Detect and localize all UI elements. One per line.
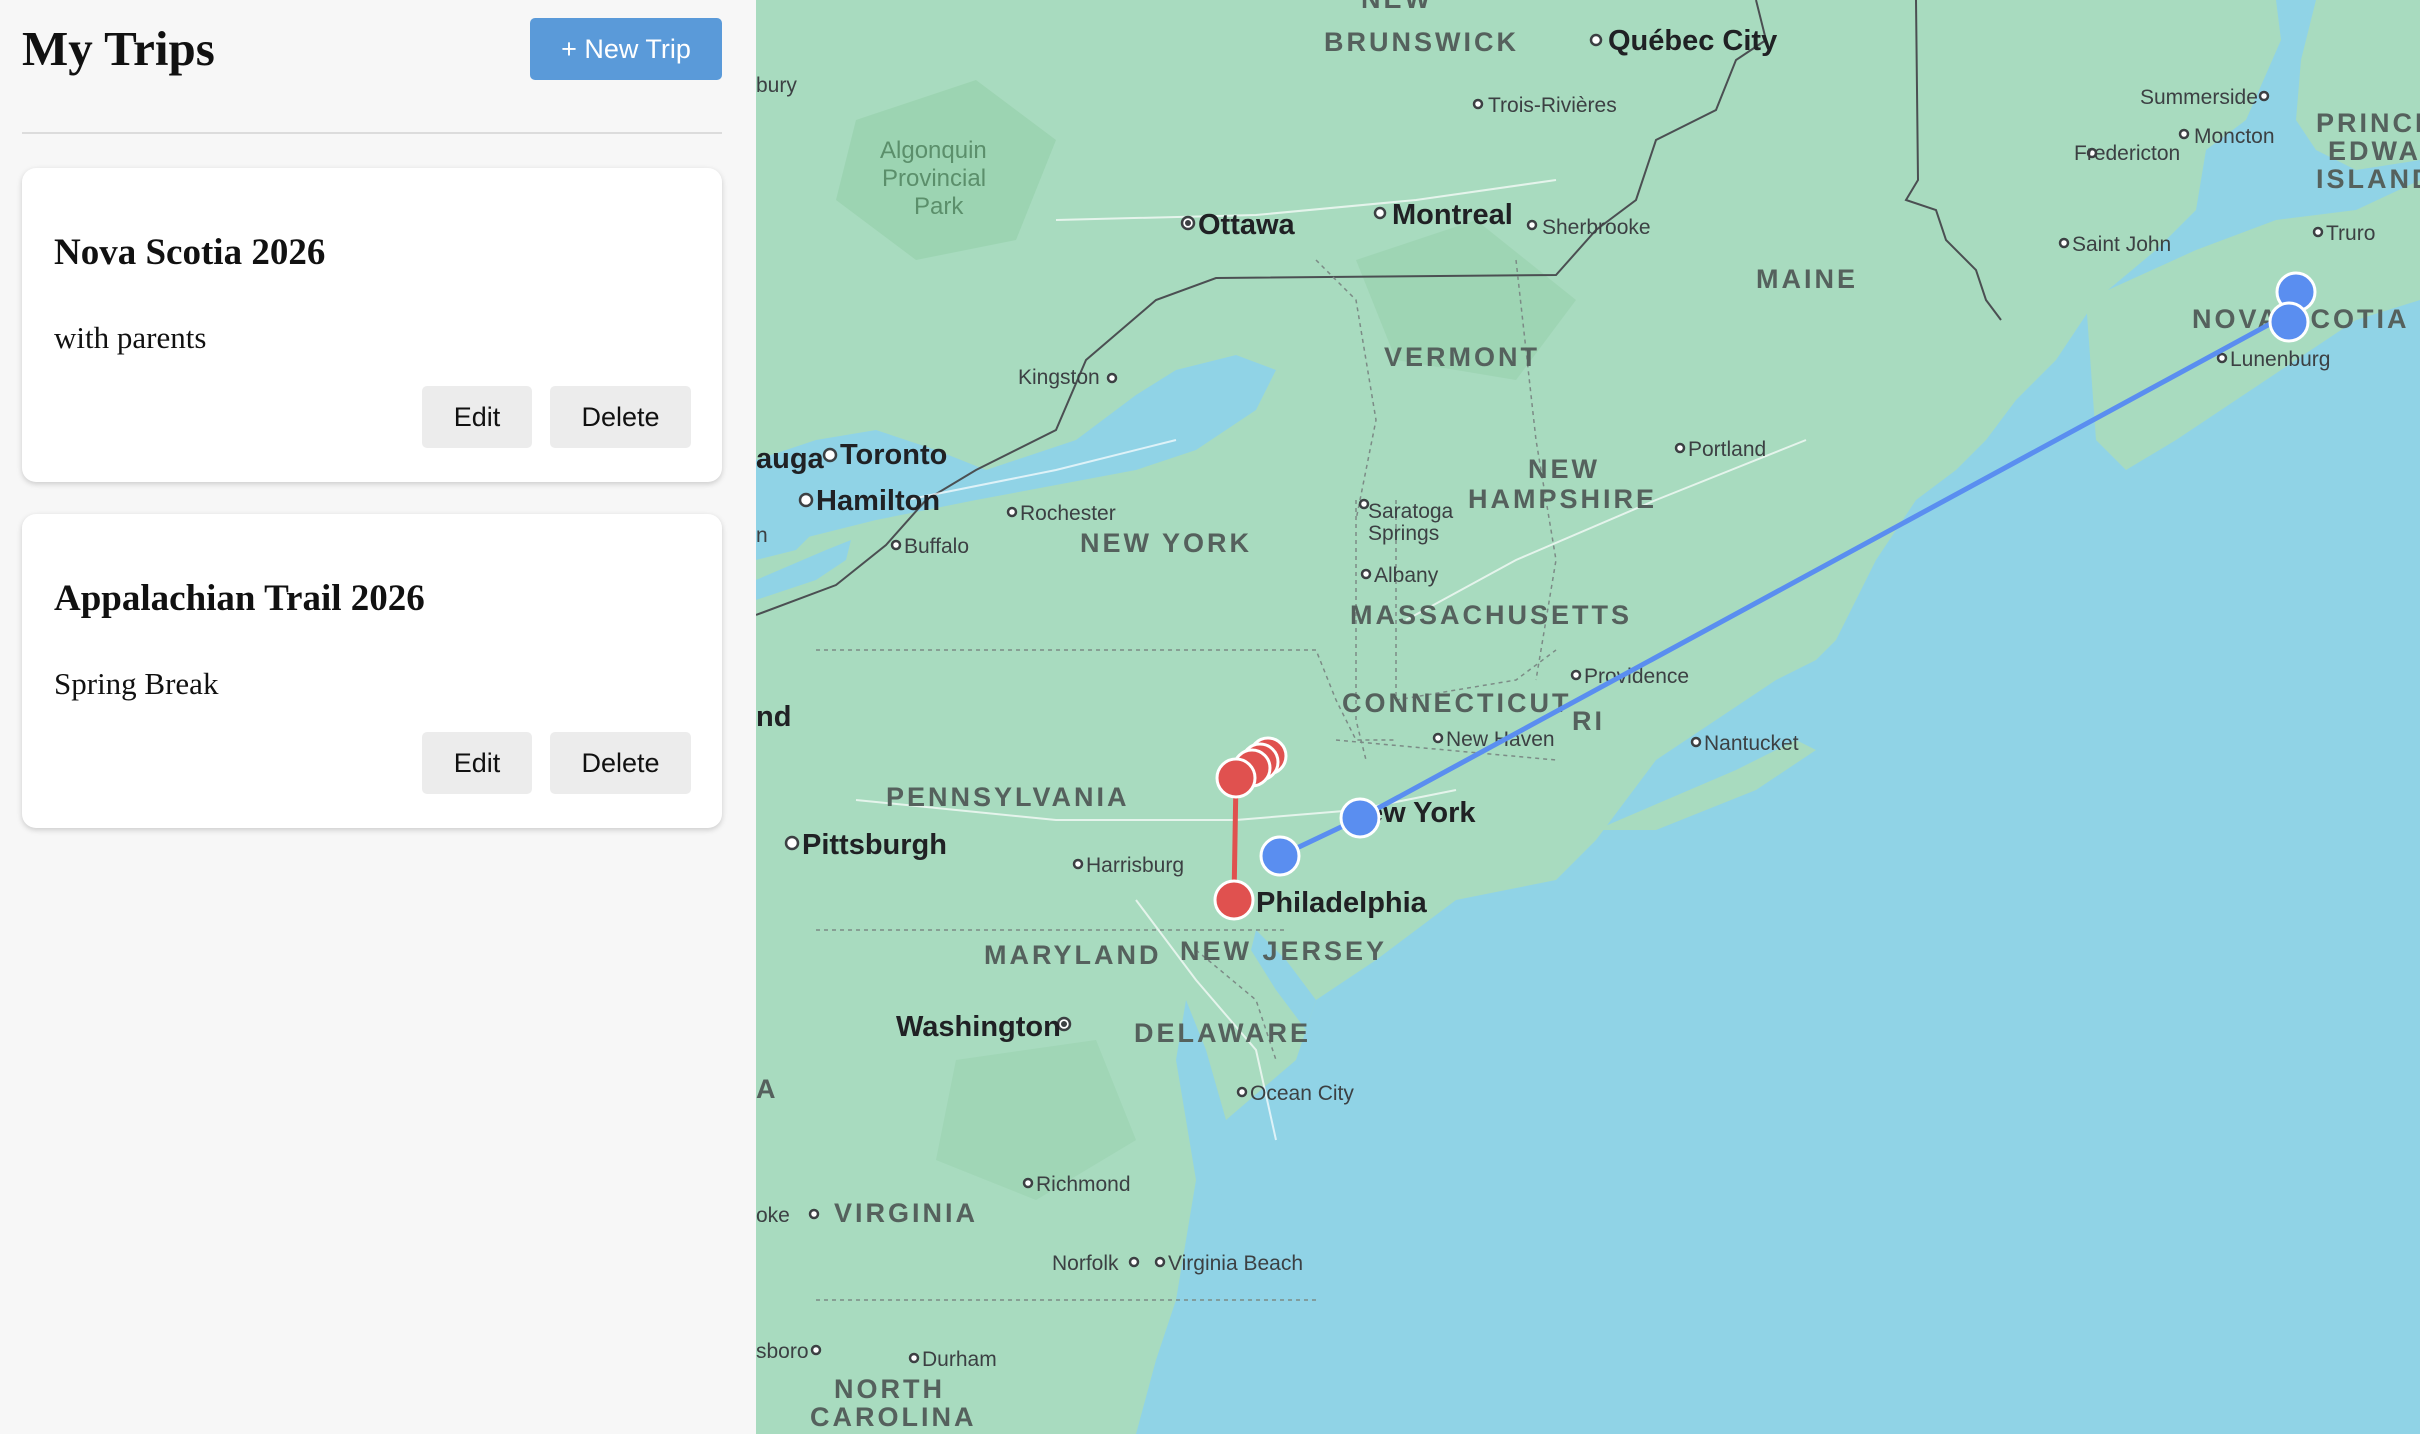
trip-card[interactable]: Appalachian Trail 2026 Spring Break Edit… [22, 514, 722, 828]
trip-name: Nova Scotia 2026 [54, 232, 326, 273]
city-label: Washington [896, 1011, 1061, 1043]
region-label: RI [1572, 706, 1605, 736]
park-label: Algonquin [880, 137, 987, 164]
delete-trip-button[interactable]: Delete [550, 732, 691, 794]
trip-description: with parents [54, 320, 207, 355]
region-label: PRINCE [2316, 108, 2420, 138]
city-label: Fredericton [2074, 142, 2180, 165]
edit-trip-button[interactable]: Edit [422, 386, 532, 448]
city-label: Trois-Rivières [1488, 94, 1617, 117]
region-label: NEW [1361, 0, 1433, 14]
capital-dot [1061, 1021, 1067, 1027]
city-label: auga [756, 443, 825, 475]
city-label: sboro [756, 1340, 809, 1363]
city-label: nd [756, 701, 791, 733]
park-label: Park [914, 193, 964, 220]
region-label: MASSACHUSETTS [1350, 600, 1632, 630]
page-title: My Trips [22, 21, 215, 76]
city-label: Sherbrooke [1542, 216, 1651, 239]
city-label: Ocean City [1250, 1082, 1354, 1105]
city-label: n [756, 524, 768, 547]
region-label: NEW YORK [1080, 528, 1252, 558]
map-view[interactable]: NEW BRUNSWICK PRINCE EDWARD ISLAND MAINE… [756, 0, 2420, 1434]
region-label: NORTH [834, 1374, 945, 1404]
city-label: Norfolk [1052, 1252, 1119, 1275]
city-label: Philadelphia [1256, 887, 1428, 919]
region-label: BRUNSWICK [1324, 27, 1519, 57]
city-label: Virginia Beach [1168, 1252, 1303, 1275]
region-label: ISLAND [2316, 164, 2420, 194]
new-trip-button[interactable]: + New Trip [530, 18, 722, 80]
city-label: Hamilton [816, 485, 940, 517]
capital-dot [1185, 220, 1191, 226]
city-label: Lunenburg [2230, 348, 2330, 371]
region-label: A [756, 1074, 779, 1104]
city-label: Rochester [1020, 502, 1116, 525]
region-label: DELAWARE [1134, 1018, 1311, 1048]
sidebar-header: My Trips + New Trip [22, 18, 722, 116]
city-label: Harrisburg [1086, 854, 1184, 877]
region-label: HAMPSHIRE [1468, 484, 1657, 514]
city-label: Moncton [2194, 125, 2275, 148]
city-label: Montreal [1392, 199, 1513, 231]
city-label: Nantucket [1704, 732, 1799, 755]
region-label: VERMONT [1384, 342, 1540, 372]
region-label: MAINE [1756, 264, 1858, 294]
edit-trip-button[interactable]: Edit [422, 732, 532, 794]
trip-marker[interactable] [1339, 797, 1381, 839]
city-label: Durham [922, 1348, 997, 1371]
divider [22, 132, 722, 134]
region-label: VIRGINIA [834, 1198, 978, 1228]
map-canvas[interactable]: NEW BRUNSWICK PRINCE EDWARD ISLAND MAINE… [756, 0, 2420, 1434]
trip-name: Appalachian Trail 2026 [54, 578, 425, 619]
city-label: Kingston [1018, 366, 1100, 389]
city-label: Québec City [1608, 25, 1777, 57]
trip-marker[interactable] [1213, 879, 1255, 921]
region-label: CAROLINA [810, 1402, 977, 1432]
region-label: MARYLAND [984, 940, 1161, 970]
city-label: Summerside [2140, 86, 2258, 109]
region-label: NEW JERSEY [1180, 936, 1387, 966]
city-label: bury [756, 74, 797, 97]
trips-sidebar: My Trips + New Trip Nova Scotia 2026 wit… [0, 0, 757, 1434]
city-label: Buffalo [904, 535, 969, 558]
region-label: EDWARD [2328, 136, 2420, 166]
trip-description: Spring Break [54, 666, 219, 701]
trip-marker[interactable] [1259, 835, 1301, 877]
park-label: Provincial [882, 165, 986, 192]
trip-marker[interactable] [2268, 301, 2310, 343]
city-label: Portland [1688, 438, 1766, 461]
city-label: Saint John [2072, 233, 2171, 256]
city-label: Toronto [840, 439, 947, 471]
region-label: PENNSYLVANIA [886, 782, 1130, 812]
city-label: Pittsburgh [802, 829, 947, 861]
city-label: Ottawa [1198, 209, 1296, 241]
city-label: Springs [1368, 522, 1439, 545]
city-label: Albany [1374, 564, 1439, 587]
region-label: NEW [1528, 454, 1600, 484]
region-label: CONNECTICUT [1342, 688, 1572, 718]
trip-card[interactable]: Nova Scotia 2026 with parents Edit Delet… [22, 168, 722, 482]
city-label: Truro [2326, 222, 2375, 245]
city-label: Saratoga [1368, 500, 1454, 523]
city-label: Richmond [1036, 1173, 1131, 1196]
city-label: oke [756, 1204, 790, 1227]
delete-trip-button[interactable]: Delete [550, 386, 691, 448]
trip-marker[interactable] [1215, 757, 1257, 799]
